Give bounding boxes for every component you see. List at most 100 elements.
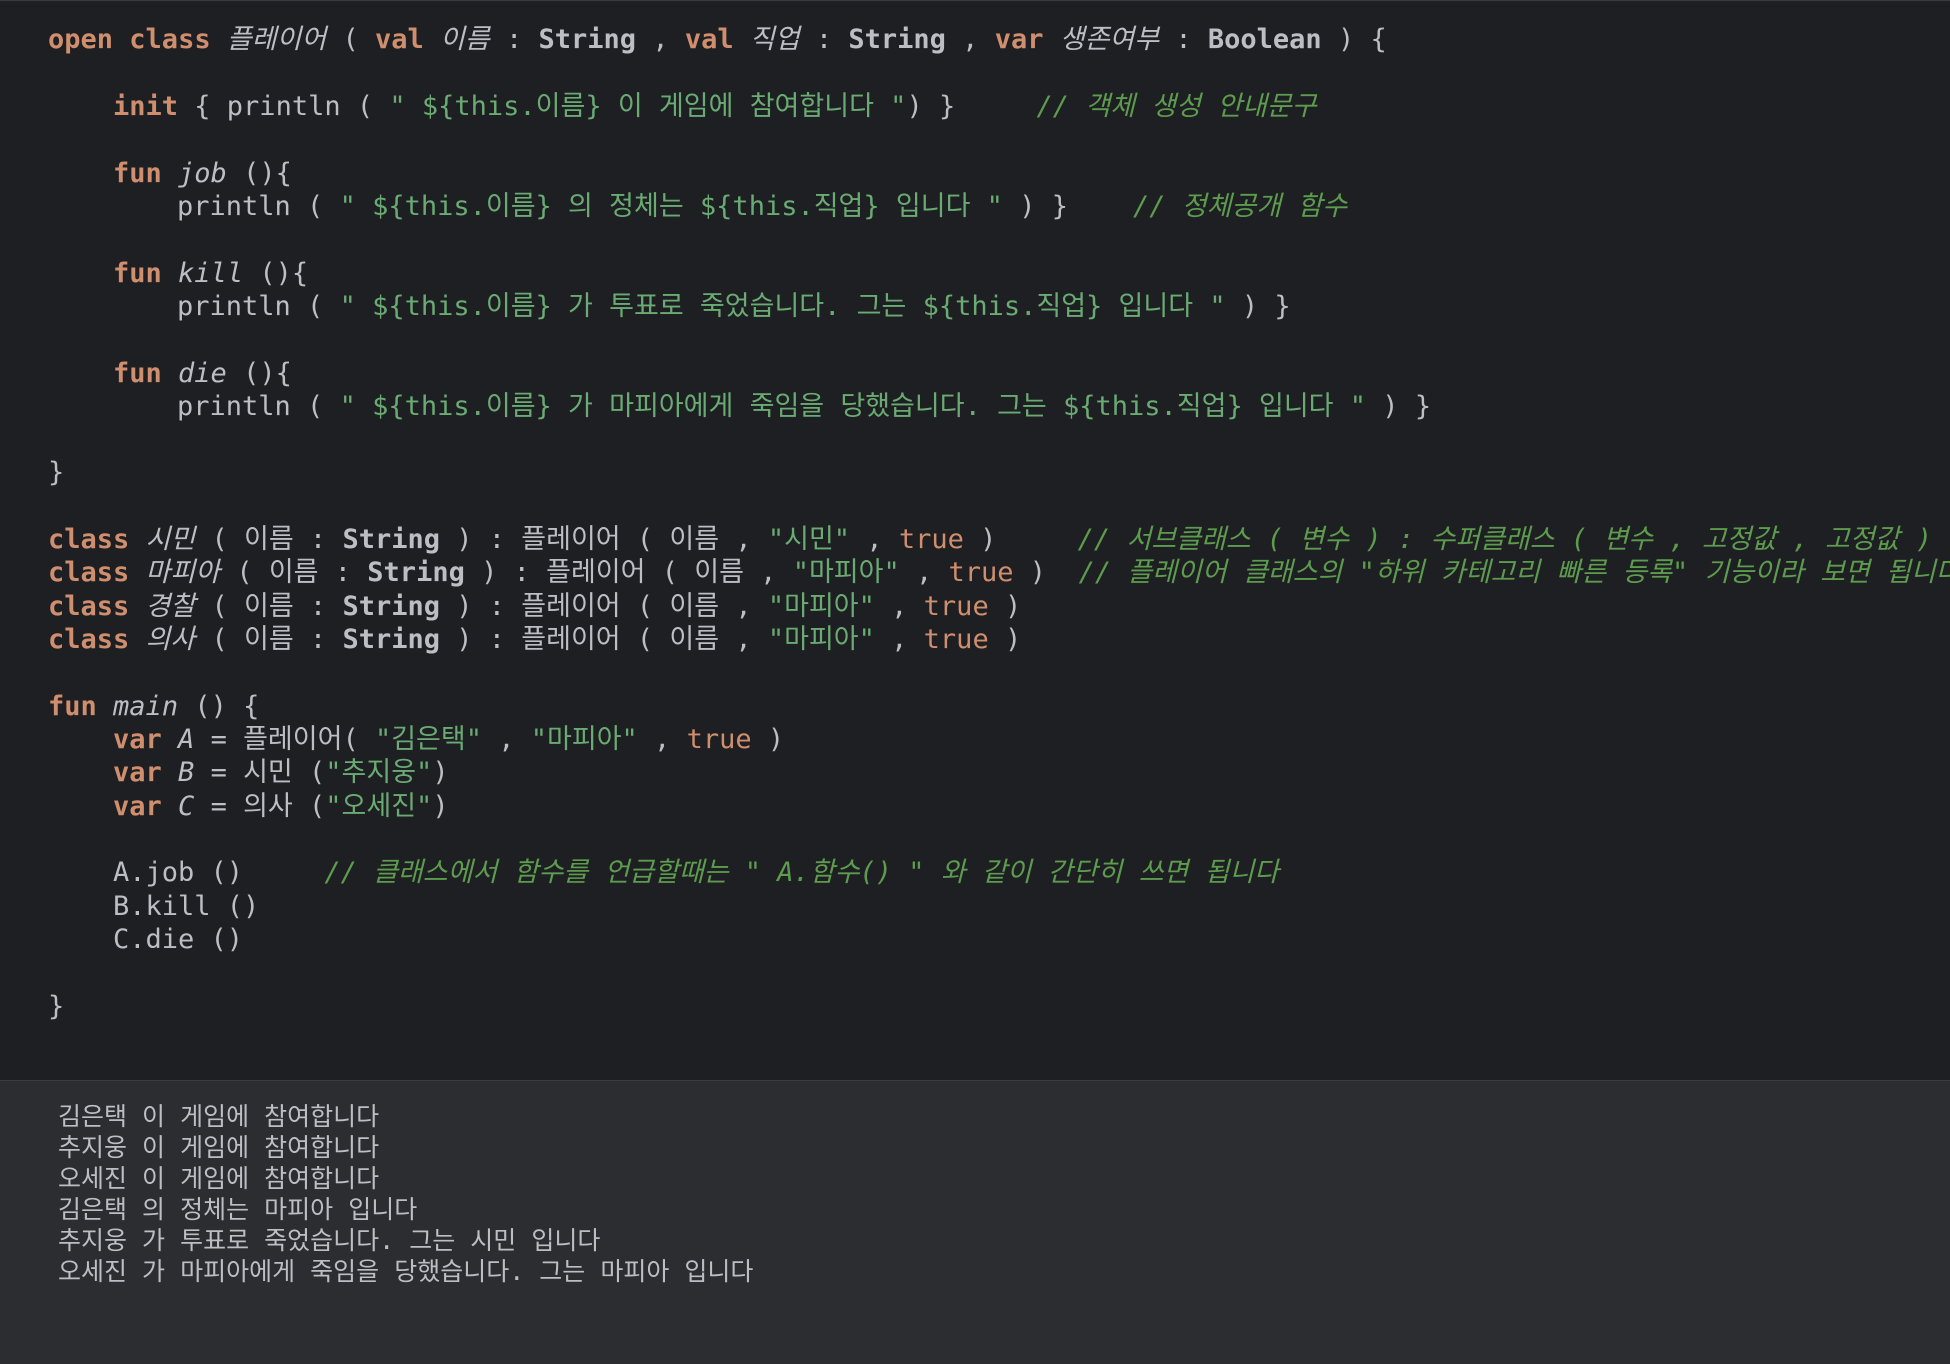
- type-name: String: [342, 624, 440, 655]
- code-editor[interactable]: open class 플레이어 ( val 이름 : String , val …: [0, 0, 1950, 1080]
- output-line: 추지웅 가 투표로 죽었습니다. 그는 시민 입니다: [58, 1226, 601, 1255]
- type-name: String: [342, 524, 440, 555]
- code-text: ,: [637, 724, 687, 755]
- code-line-call-die: C.die (): [113, 924, 244, 955]
- string-literal: "추지웅": [325, 757, 433, 788]
- code-text: A.job (): [113, 857, 325, 888]
- type-name: Boolean: [1207, 24, 1322, 55]
- code-line-fun-kill: fun kill (){: [113, 257, 308, 291]
- code-line-close-brace: }: [48, 457, 65, 488]
- string-literal: "마피아": [767, 591, 875, 622]
- class-name: 플레이어: [226, 24, 327, 55]
- code-text: ,: [481, 724, 531, 755]
- code-line-var-a: var A = 플레이어( "김은택" , "마피아" , true ): [113, 723, 784, 757]
- output-line: 오세진 이 게임에 참여합니다: [58, 1164, 380, 1193]
- string-literal: "마피아": [792, 557, 900, 588]
- keyword: val: [375, 24, 424, 55]
- code-text: ,: [945, 24, 995, 55]
- keyword: fun: [48, 691, 97, 722]
- function-name: main: [113, 691, 179, 722]
- code-text: ): [432, 757, 449, 788]
- code-text: ): [988, 591, 1022, 622]
- code-text: ) }: [1002, 191, 1133, 222]
- keyword: var: [113, 757, 162, 788]
- type-name: String: [538, 24, 637, 55]
- string-literal: "김은택": [374, 724, 482, 755]
- output-line: 김은택 이 게임에 참여합니다: [58, 1102, 380, 1131]
- code-text: = 플레이어(: [194, 724, 375, 755]
- boolean-literal: true: [898, 524, 964, 555]
- code-text: ) : 플레이어 ( 이름 ,: [440, 624, 768, 655]
- code-text: ) }: [1366, 391, 1432, 422]
- boolean-literal: true: [923, 591, 989, 622]
- code-text: ) : 플레이어 ( 이름 ,: [440, 591, 768, 622]
- code-text: ,: [636, 24, 685, 55]
- code-text: (){: [226, 158, 292, 189]
- code-text: = 시민 (: [194, 757, 326, 788]
- type-name: String: [367, 557, 465, 588]
- output-line: 오세진 가 마피아에게 죽임을 당했습니다. 그는 마피아 입니다: [58, 1257, 754, 1286]
- string-literal: "마피아": [530, 724, 638, 755]
- param-name: 생존여부: [1059, 24, 1160, 55]
- code-text: ( 이름 :: [195, 624, 343, 655]
- code-text: ): [988, 624, 1022, 655]
- code-text: ,: [850, 524, 899, 555]
- code-text: { println (: [178, 91, 390, 122]
- variable-name: C: [178, 791, 195, 822]
- code-line-class-declaration: open class 플레이어 ( val 이름 : String , val …: [48, 23, 1387, 57]
- code-text: :: [1159, 24, 1208, 55]
- type-name: String: [848, 24, 946, 55]
- string-literal: "마피아": [767, 624, 875, 655]
- keyword: init: [113, 91, 179, 122]
- console-output-panel: 김은택 이 게임에 참여합니다 추지웅 이 게임에 참여합니다 오세진 이 게임…: [0, 1080, 1950, 1364]
- code-line-die-body: println ( " ${this.이름} 가 마피아에게 죽임을 당했습니다…: [177, 390, 1431, 424]
- code-line-subclass-doctor: class 의사 ( 이름 : String ) : 플레이어 ( 이름 , "…: [48, 623, 1021, 657]
- code-text: ,: [874, 591, 924, 622]
- code-text: ) }: [1225, 291, 1291, 322]
- class-name: 시민: [145, 524, 196, 555]
- code-text: println (: [177, 191, 340, 222]
- code-line-fun-job: fun job (){: [113, 157, 292, 191]
- code-line-fun-main: fun main () {: [48, 690, 259, 724]
- keyword: class: [48, 624, 130, 655]
- string-literal: "시민": [767, 524, 851, 555]
- code-comment: // 서브클래스 ( 변수 ) : 수퍼클래스 ( 변수 , 고정값 , 고정값…: [1077, 524, 1933, 555]
- param-name: 직업: [749, 24, 800, 55]
- code-text: ( 이름 :: [195, 591, 343, 622]
- code-text: ( 이름 :: [220, 557, 368, 588]
- code-text: :: [489, 24, 539, 55]
- code-comment: // 정체공개 함수: [1132, 191, 1348, 222]
- keyword: fun: [113, 258, 162, 289]
- output-line: 추지웅 이 게임에 참여합니다: [58, 1133, 380, 1162]
- code-line-kill-body: println ( " ${this.이름} 가 투표로 죽었습니다. 그는 $…: [177, 290, 1291, 324]
- code-text: = 의사 (: [194, 791, 326, 822]
- code-text: ): [751, 724, 785, 755]
- keyword: var: [994, 24, 1044, 55]
- code-text: println (: [177, 291, 340, 322]
- code-text: ( 이름 :: [195, 524, 343, 555]
- boolean-literal: true: [686, 724, 752, 755]
- function-name: die: [178, 358, 227, 389]
- code-line-var-b: var B = 시민 ("추지웅"): [113, 756, 449, 790]
- code-line-subclass-citizen: class 시민 ( 이름 : String ) : 플레이어 ( 이름 , "…: [48, 523, 1932, 557]
- boolean-literal: true: [923, 624, 989, 655]
- code-line-call-job: A.job () // 클래스에서 함수를 언급할때는 " A.함수() " 와…: [113, 856, 1279, 890]
- code-text: (: [326, 24, 375, 55]
- keyword: open: [48, 24, 114, 55]
- code-line-subclass-mafia: class 마피아 ( 이름 : String ) : 플레이어 ( 이름 , …: [48, 556, 1950, 590]
- string-literal: " ${this.이름} 가 투표로 죽었습니다. 그는 ${this.직업} …: [339, 291, 1226, 322]
- string-literal: " ${this.이름} 의 정체는 ${this.직업} 입니다 ": [339, 191, 1003, 222]
- function-name: kill: [178, 258, 244, 289]
- keyword: var: [113, 791, 162, 822]
- code-text: ,: [874, 624, 924, 655]
- code-text: ): [432, 791, 449, 822]
- code-text: ) : 플레이어 ( 이름 ,: [440, 524, 768, 555]
- type-name: String: [342, 591, 440, 622]
- keyword: fun: [113, 158, 162, 189]
- code-text: ) {: [1321, 24, 1387, 55]
- code-text: ) }: [906, 91, 1037, 122]
- code-line-fun-die: fun die (){: [113, 357, 292, 391]
- code-text: ) : 플레이어 ( 이름 ,: [464, 557, 793, 588]
- code-text: ): [1013, 557, 1079, 588]
- code-line-subclass-police: class 경찰 ( 이름 : String ) : 플레이어 ( 이름 , "…: [48, 590, 1021, 624]
